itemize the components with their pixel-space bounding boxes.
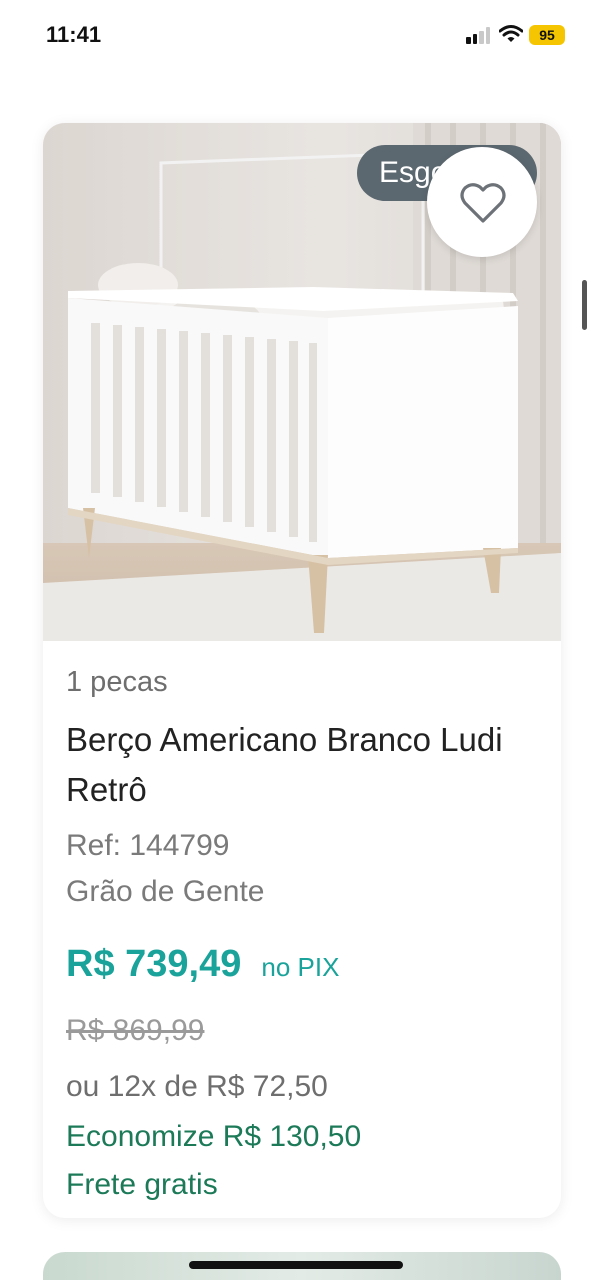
product-info: 1 pecas Berço Americano Branco Ludi Retr… xyxy=(66,663,536,1207)
free-shipping: Frete gratis xyxy=(66,1168,218,1201)
product-brand: Grão de Gente xyxy=(66,875,265,908)
battery-indicator: 95 xyxy=(529,25,565,45)
price-row: R$ 739,49 no PIX xyxy=(66,943,536,997)
heart-outline-icon xyxy=(460,183,506,223)
favorite-button[interactable] xyxy=(427,147,537,257)
pix-label: no PIX xyxy=(261,952,340,982)
pix-price: R$ 739,49 xyxy=(66,943,242,985)
status-time: 11:41 xyxy=(46,22,102,47)
cellular-signal-icon xyxy=(466,26,494,44)
product-title[interactable]: Berço Americano Branco Ludi Retrô xyxy=(66,715,536,815)
wifi-icon xyxy=(498,24,524,44)
product-card[interactable]: Esgotado 1 pecas Berço Americano Branco … xyxy=(43,123,561,1218)
product-pieces: 1 pecas xyxy=(66,666,168,698)
installments: ou 12x de R$ 72,50 xyxy=(66,1070,328,1103)
product-page: 11:41 95 1 pecas Berço Americano Branco … xyxy=(0,0,592,1280)
old-price: R$ 869,99 xyxy=(66,1014,205,1047)
scrollbar[interactable] xyxy=(582,280,587,330)
home-indicator[interactable] xyxy=(189,1261,403,1269)
status-bar: 11:41 95 xyxy=(0,0,592,70)
product-ref: Ref: 144799 xyxy=(66,829,230,862)
savings: Economize R$ 130,50 xyxy=(66,1120,362,1153)
